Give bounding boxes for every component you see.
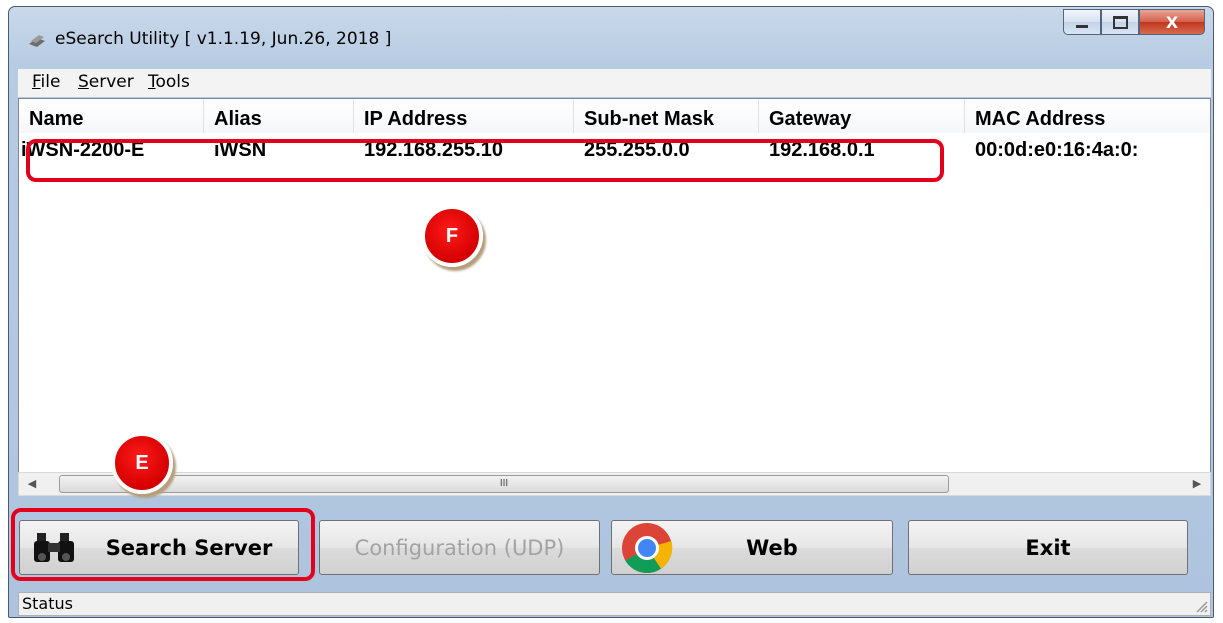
- column-header-alias[interactable]: Alias: [204, 99, 354, 133]
- menu-bar: File Server Tools: [18, 69, 1211, 97]
- close-icon: X: [1165, 12, 1179, 32]
- close-button[interactable]: X: [1139, 9, 1205, 35]
- scroll-left-icon[interactable]: ◀: [21, 474, 43, 494]
- maximize-icon: [1112, 15, 1128, 29]
- callout-marker-f: F: [421, 205, 483, 267]
- list-header: Name Alias IP Address Sub-net Mask Gatew…: [19, 99, 1210, 133]
- column-header-name[interactable]: Name: [19, 99, 204, 133]
- column-header-mac[interactable]: MAC Address: [965, 99, 1210, 133]
- menu-tools[interactable]: Tools: [148, 72, 190, 92]
- exit-button[interactable]: Exit: [908, 520, 1188, 575]
- row-highlight-box: [26, 139, 944, 182]
- scroll-thumb[interactable]: III: [59, 475, 949, 493]
- web-label: Web: [746, 535, 798, 560]
- resize-grip-icon[interactable]: [1192, 597, 1208, 613]
- cell-mac: 00:0d:e0:16:4a:0:: [975, 139, 1139, 161]
- column-header-ip[interactable]: IP Address: [354, 99, 574, 133]
- horizontal-scrollbar[interactable]: ◀ III ▶: [18, 472, 1211, 496]
- chrome-icon: [622, 523, 673, 573]
- status-text: Status: [22, 594, 73, 613]
- web-button[interactable]: Web: [611, 520, 893, 575]
- maximize-button[interactable]: [1101, 9, 1139, 35]
- app-icon: [29, 35, 45, 47]
- column-header-gateway[interactable]: Gateway: [759, 99, 965, 133]
- search-button-highlight-box: [11, 508, 315, 581]
- scroll-right-icon[interactable]: ▶: [1186, 474, 1208, 494]
- column-header-subnet[interactable]: Sub-net Mask: [574, 99, 759, 133]
- window-title: eSearch Utility [ v1.1.19, Jun.26, 2018 …: [55, 29, 392, 49]
- menu-server[interactable]: Server: [78, 72, 134, 92]
- minimize-button[interactable]: [1063, 9, 1101, 35]
- configuration-udp-button[interactable]: Configuration (UDP): [319, 520, 600, 575]
- exit-label: Exit: [1025, 535, 1071, 560]
- callout-marker-e: E: [111, 432, 173, 494]
- configuration-udp-label: Configuration (UDP): [354, 535, 565, 560]
- menu-file[interactable]: File: [32, 72, 60, 92]
- title-bar[interactable]: eSearch Utility [ v1.1.19, Jun.26, 2018 …: [9, 7, 1213, 65]
- status-bar: Status: [18, 592, 1211, 616]
- minimize-icon: [1076, 24, 1088, 28]
